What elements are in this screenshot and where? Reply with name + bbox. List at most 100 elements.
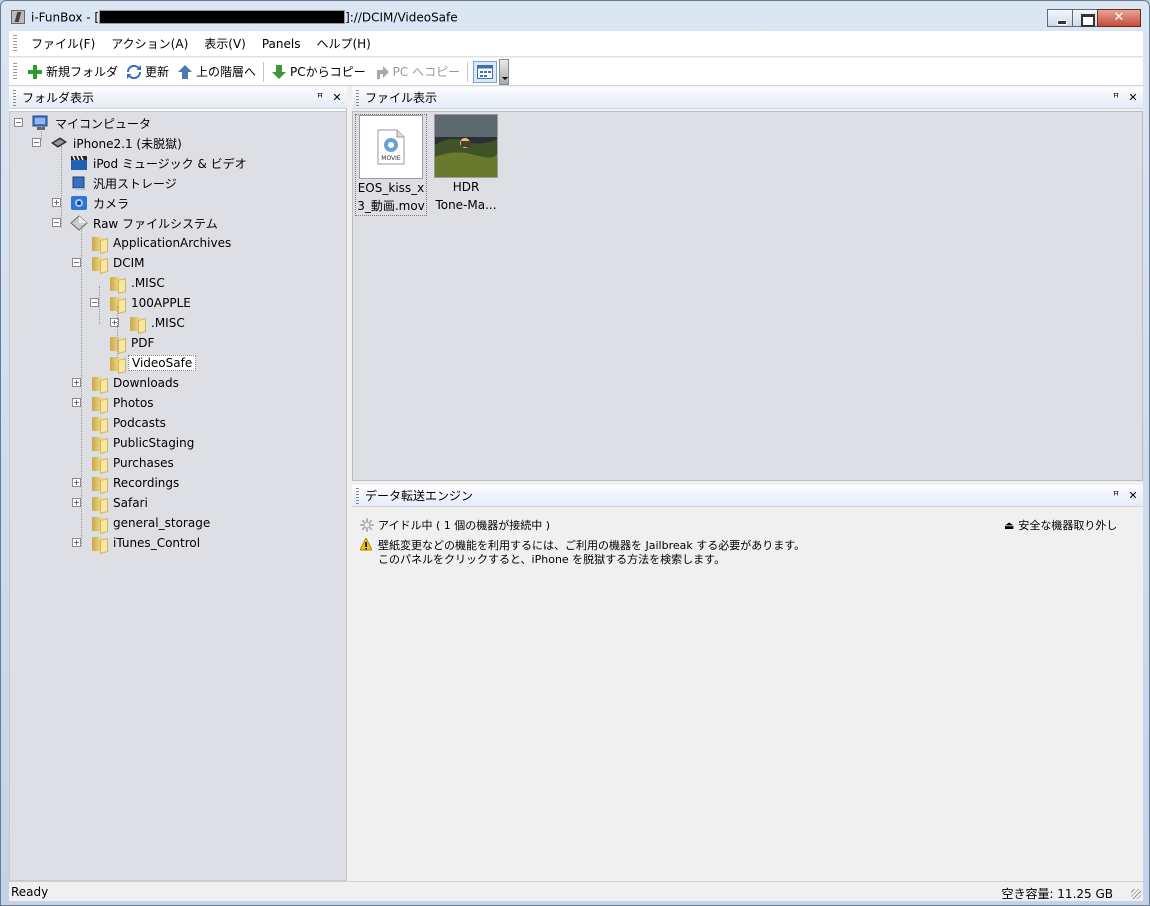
transfer-status: アイドル中 ( 1 個の機器が接続中 ) (360, 517, 550, 533)
file-name: Tone-Ma... (435, 198, 497, 212)
tree-node-label: .MISC (131, 276, 165, 290)
expand-icon[interactable]: + (72, 378, 81, 387)
transfer-panel-title: データ転送エンジン (365, 489, 474, 503)
tree-node[interactable]: Recordings (90, 474, 182, 492)
tree-node-label: Recordings (113, 476, 180, 490)
tree-node[interactable]: ApplicationArchives (90, 234, 234, 252)
tree-node-label: VideoSafe (128, 355, 197, 371)
title-bar[interactable]: i-FunBox - []://DCIM/VideoSafe (1, 1, 1149, 31)
tree-node[interactable]: Raw ファイルシステム (70, 214, 221, 232)
expand-icon[interactable]: + (72, 398, 81, 407)
copy-from-pc-button[interactable]: PCからコピー (267, 61, 370, 83)
close-icon[interactable]: ✕ (1126, 91, 1140, 104)
toolbar-grip-icon[interactable] (13, 62, 17, 81)
close-icon[interactable]: ✕ (330, 91, 344, 104)
folder-panel-title: フォルダ表示 (22, 91, 95, 105)
tree-node[interactable]: PDF (108, 334, 157, 352)
safe-eject-button[interactable]: ⏏ 安全な機器取り外し (1004, 517, 1117, 533)
tree-node[interactable]: iPhone2.1 (未脱獄) (50, 134, 185, 152)
tree-node[interactable]: Downloads (90, 374, 182, 392)
folder-tree: マイコンピュータ − iPhone2.1 (未脱獄) − iPod ミュージック & ビ… (9, 111, 347, 881)
tree-node-label: DCIM (113, 256, 145, 270)
tree-node[interactable]: Podcasts (90, 414, 169, 432)
new-folder-button[interactable]: 新規フォルダ (23, 61, 122, 83)
movie-file-icon: MOVIE (359, 115, 423, 179)
app-icon (11, 10, 25, 24)
tree-node[interactable]: カメラ (70, 194, 132, 212)
file-item[interactable]: HDR Tone-Ma... (431, 114, 501, 214)
tree-node-label: ApplicationArchives (113, 236, 232, 250)
file-item[interactable]: MOVIE EOS_kiss_x 3_動画.mov (355, 114, 427, 216)
pin-icon[interactable]: ꟸ (313, 91, 327, 104)
close-button[interactable] (1097, 9, 1141, 27)
copy-from-pc-label: PCからコピー (290, 65, 366, 79)
collapse-icon[interactable]: − (32, 138, 41, 147)
up-level-button[interactable]: 上の階層へ (173, 61, 260, 83)
file-name: EOS_kiss_x (357, 181, 425, 195)
collapse-icon[interactable]: − (72, 258, 81, 267)
close-icon[interactable]: ✕ (1126, 489, 1140, 502)
tree-node-label: .MISC (151, 316, 185, 330)
collapse-icon[interactable]: − (90, 298, 99, 307)
tree-node[interactable]: .MISC (108, 274, 168, 292)
folder-icon (90, 455, 108, 471)
menu-grip-icon[interactable] (13, 34, 17, 53)
tree-node[interactable]: VideoSafe (108, 354, 197, 372)
toolbar: 新規フォルダ 更新 上の階層へ PCからコピー PC へコピー (9, 58, 1143, 86)
panel-grip-icon[interactable] (356, 487, 359, 504)
warning-icon (360, 538, 372, 551)
tree-node-label: 汎用ストレージ (93, 176, 177, 191)
menu-action[interactable]: アクション(A) (103, 35, 196, 52)
menu-help[interactable]: ヘルプ(H) (308, 35, 378, 52)
jailbreak-warning-line2[interactable]: このパネルをクリックすると、iPhone を脱獄する方法を検索します。 (378, 551, 725, 567)
copy-to-pc-label: PC へコピー (392, 65, 461, 79)
copy-to-pc-button[interactable]: PC へコピー (370, 61, 464, 83)
storage-icon (70, 175, 88, 191)
transfer-panel[interactable]: データ転送エンジン ꟸ ✕ アイドル中 ( 1 個の機器が接続中 ) ⏏ 安全な… (352, 485, 1143, 881)
view-mode-button[interactable] (473, 60, 498, 83)
camera-icon (70, 195, 88, 211)
tree-node[interactable]: 100APPLE (108, 294, 194, 312)
pin-icon[interactable]: ꟸ (1109, 91, 1123, 104)
pin-icon[interactable]: ꟸ (1109, 489, 1123, 502)
tree-node[interactable]: .MISC (128, 314, 188, 332)
tree-node[interactable]: general_storage (90, 514, 213, 532)
panel-grip-icon[interactable] (356, 89, 359, 106)
warning-text-line2: このパネルをクリックすると、iPhone を脱獄する方法を検索します。 (378, 553, 726, 566)
arrow-up-icon (178, 64, 193, 79)
collapse-icon[interactable]: − (52, 218, 61, 227)
tree-node[interactable]: iPod ミュージック & ビデオ (70, 154, 250, 172)
safe-eject-label: 安全な機器取り外し (1018, 519, 1118, 532)
tree-node[interactable]: DCIM (90, 254, 148, 272)
tree-node[interactable]: Purchases (90, 454, 177, 472)
file-name: 3_動画.mov (357, 199, 425, 213)
new-folder-label: 新規フォルダ (46, 65, 119, 79)
tree-node[interactable]: マイコンピュータ (32, 114, 154, 132)
redacted-device-name (99, 10, 346, 24)
expand-icon[interactable]: + (72, 478, 81, 487)
tree-node[interactable]: iTunes_Control (90, 534, 203, 552)
image-thumbnail (434, 114, 498, 178)
tree-node[interactable]: 汎用ストレージ (70, 174, 180, 192)
file-list[interactable]: MOVIE EOS_kiss_x 3_動画.mov HDR Tone-Ma... (352, 111, 1143, 481)
expand-icon[interactable]: + (72, 538, 81, 547)
tree-node[interactable]: Photos (90, 394, 156, 412)
panel-grip-icon[interactable] (13, 89, 16, 106)
menu-panels[interactable]: Panels (254, 37, 309, 51)
menu-file[interactable]: ファイル(F) (23, 35, 103, 52)
menu-bar: ファイル(F) アクション(A) 表示(V) Panels ヘルプ(H) (9, 31, 1143, 57)
folder-icon (90, 495, 108, 511)
view-mode-dropdown[interactable] (499, 58, 510, 85)
menu-view[interactable]: 表示(V) (196, 35, 254, 52)
tree-node[interactable]: Safari (90, 494, 151, 512)
expand-icon[interactable]: + (52, 198, 61, 207)
expand-icon[interactable]: + (72, 498, 81, 507)
refresh-button[interactable]: 更新 (122, 61, 173, 83)
tree-node[interactable]: PublicStaging (90, 434, 197, 452)
maximize-button[interactable] (1072, 9, 1098, 27)
tree-node-label: PublicStaging (113, 436, 195, 450)
tree-node-label: PDF (131, 336, 155, 350)
minimize-button[interactable] (1047, 9, 1073, 27)
collapse-icon[interactable]: − (14, 118, 23, 127)
resize-grip-icon[interactable] (1131, 889, 1141, 899)
